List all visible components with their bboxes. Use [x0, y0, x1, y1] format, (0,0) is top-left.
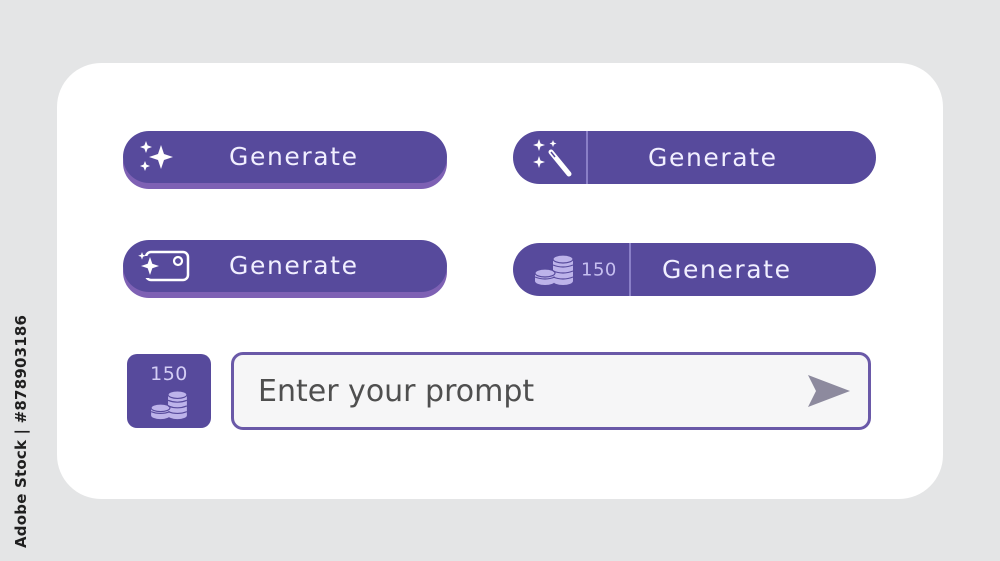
- sparkles-icon: [137, 139, 177, 175]
- button-divider: [586, 131, 588, 184]
- generate-label: Generate: [229, 250, 359, 280]
- generate-button-coins[interactable]: 150 Generate: [513, 243, 876, 296]
- generate-button-image[interactable]: Generate: [123, 240, 447, 292]
- prompt-input-box: [231, 352, 871, 430]
- generate-label: Generate: [648, 142, 778, 172]
- generate-button-sparkles[interactable]: Generate: [123, 131, 447, 183]
- sparkle-image-icon: [137, 246, 191, 286]
- credit-count: 150: [581, 259, 617, 280]
- generate-label: Generate: [229, 141, 359, 171]
- button-divider: [629, 243, 631, 296]
- generate-button-magic-wand[interactable]: Generate: [513, 131, 876, 184]
- prompt-input[interactable]: [234, 360, 800, 422]
- stock-watermark: Adobe Stock | #878903186: [12, 314, 30, 548]
- coins-icon: [149, 389, 189, 425]
- credit-count: 150: [150, 363, 188, 385]
- send-icon[interactable]: [800, 363, 856, 419]
- credits-badge: 150: [127, 354, 211, 428]
- coins-icon: [533, 253, 575, 287]
- generate-label: Generate: [662, 254, 792, 284]
- magic-wand-icon: [529, 138, 575, 178]
